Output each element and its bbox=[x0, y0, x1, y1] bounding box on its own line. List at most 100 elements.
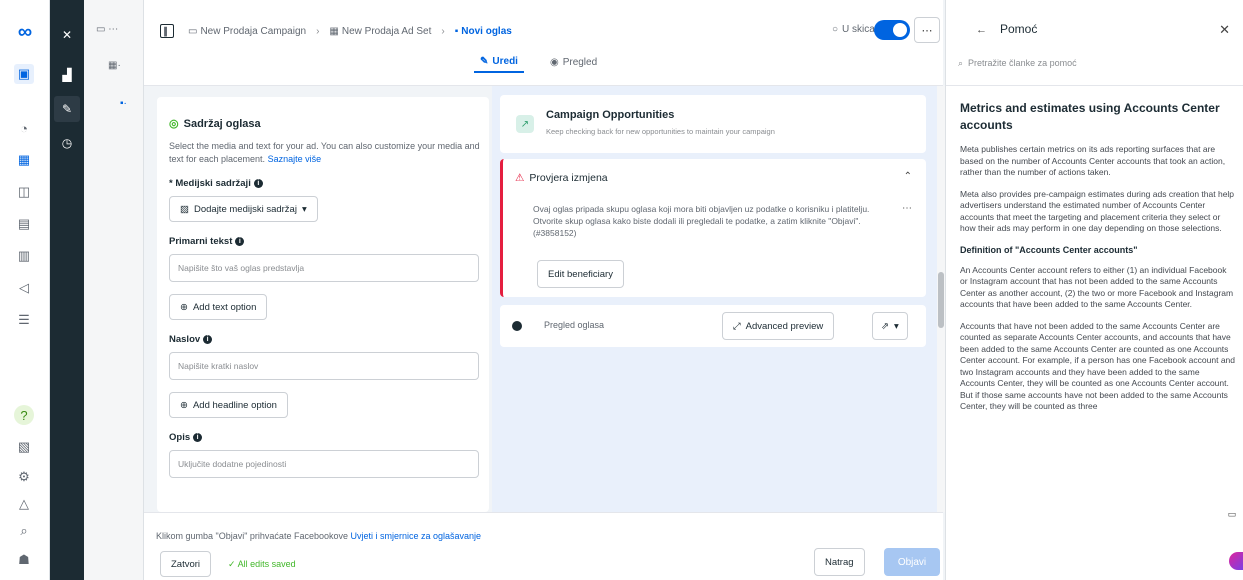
description-input[interactable]: Uključite dodatne pojedinosti bbox=[169, 450, 479, 478]
headline-input[interactable]: Napišite kratki naslov bbox=[169, 352, 479, 380]
edit-beneficiary-button[interactable]: Edit beneficiary bbox=[537, 260, 624, 288]
help-search-input[interactable]: ⌕ Pretražite članke za pomoć bbox=[958, 58, 1077, 69]
publish-button[interactable]: Objavi bbox=[884, 548, 940, 576]
chevron-up-icon[interactable]: ⌃ bbox=[904, 171, 912, 182]
article-paragraph: Accounts that have not been added to the… bbox=[960, 320, 1235, 412]
share-dropdown-button[interactable]: ⇗ ▾ bbox=[872, 312, 908, 340]
primary-text-input[interactable]: Napišite što vaš oglas predstavlja bbox=[169, 254, 479, 282]
pages-icon[interactable]: ◫ bbox=[14, 182, 34, 202]
editor-footer: Klikom gumba "Objavi" prihvaćate Faceboo… bbox=[144, 512, 943, 580]
left-nav-rail: ∞ ▣ ◔ ▦ ◫ ▤ ▥ ◁ ☰ ? ▧ ⚙ △ ⌕ ☗ bbox=[0, 0, 50, 580]
trend-chart-icon: ↗ bbox=[516, 115, 534, 133]
editor-tool-strip: ✕ ▟ ✎ ◷ bbox=[50, 0, 84, 580]
plus-circle-icon: ⊕ bbox=[180, 399, 188, 411]
chevron-down-icon: ▾ bbox=[301, 203, 307, 215]
opportunities-title: Campaign Opportunities bbox=[546, 109, 675, 121]
info-icon[interactable]: i bbox=[193, 433, 203, 442]
ad-content-editor: ◎ Sadržaj oglasa Select the media and te… bbox=[157, 97, 489, 512]
preview-status-dot bbox=[512, 321, 522, 331]
info-icon[interactable]: i bbox=[235, 237, 245, 246]
ad-item-icon[interactable]: ▪· bbox=[120, 98, 127, 109]
plus-circle-icon: ⊕ bbox=[180, 301, 188, 313]
ads-manager-icon[interactable]: ▦ bbox=[14, 150, 34, 170]
image-icon: ▨ bbox=[180, 203, 189, 215]
help-panel: ← Pomoć ✕ ⌕ Pretražite članke za pomoć Me… bbox=[945, 0, 1243, 580]
article-paragraph: An Accounts Center account refers to eit… bbox=[960, 264, 1234, 310]
tab-edit[interactable]: ✎ Uredi bbox=[474, 52, 524, 73]
add-media-dropdown[interactable]: ▨ Dodajte medijski sadržaj ▾ bbox=[169, 196, 318, 222]
settings-gear-icon[interactable]: ⚙ bbox=[14, 467, 34, 487]
back-button[interactable]: Natrag bbox=[814, 548, 865, 576]
menu-icon[interactable]: ☰ bbox=[14, 310, 34, 330]
ad-preview-row: Pregled oglasa ⤢ Advanced preview ⇗ ▾ bbox=[500, 305, 926, 347]
article-title: Metrics and estimates using Accounts Cen… bbox=[960, 101, 1220, 132]
draft-circle-icon: ○ bbox=[832, 24, 839, 35]
help-icon[interactable]: ? bbox=[14, 405, 34, 425]
grid-icon: ▦ bbox=[329, 25, 339, 37]
chevron-down-icon: ▾ bbox=[893, 320, 899, 332]
campaign-tree: ▭ ⋯ ▦· ▪· bbox=[84, 0, 144, 580]
audiences-icon[interactable]: ▤ bbox=[14, 214, 34, 234]
back-arrow-icon[interactable]: ← bbox=[976, 24, 987, 36]
adset-grid-icon[interactable]: ▦· bbox=[108, 60, 121, 71]
close-button[interactable]: Zatvori bbox=[160, 551, 212, 577]
history-clock-icon[interactable]: ◷ bbox=[54, 130, 80, 156]
tab-preview[interactable]: ◉ Pregled bbox=[544, 52, 603, 73]
terms-link[interactable]: Uvjeti i smjernice za oglašavanje bbox=[350, 531, 481, 541]
folder-icon: ▭ bbox=[188, 25, 198, 37]
campaign-opportunities-card[interactable]: ↗ Campaign Opportunities Keep checking b… bbox=[500, 95, 926, 153]
business-icon[interactable]: ▥ bbox=[14, 246, 34, 266]
editor-top-bar: ▌ ▭ New Prodaja Campaign › ▦ New Prodaja A… bbox=[144, 0, 943, 86]
opportunities-description: Keep checking back for new opportunities… bbox=[546, 127, 775, 136]
article-paragraph: Meta publishes certain metrics on its ad… bbox=[960, 144, 1226, 177]
sidebar-toggle-icon[interactable]: ▌ bbox=[160, 24, 174, 38]
more-options-icon[interactable]: ⋯ bbox=[902, 203, 912, 214]
search-icon: ⌕ bbox=[958, 58, 964, 68]
breadcrumb-campaign[interactable]: ▭ New Prodaja Campaign bbox=[188, 26, 306, 37]
warning-icon: ⚠ bbox=[515, 172, 525, 184]
close-icon[interactable]: ✕ bbox=[54, 22, 80, 48]
breadcrumb-ad[interactable]: ▪ Novi oglas bbox=[455, 26, 512, 37]
review-header[interactable]: ⚠ Provjera izmjena bbox=[515, 172, 608, 184]
learn-more-link[interactable]: Saznajte više bbox=[268, 154, 322, 164]
section-header: ◎ Sadržaj oglasa bbox=[169, 117, 261, 131]
description-label: Opis i bbox=[169, 432, 477, 443]
add-text-option-button[interactable]: ⊕ Add text option bbox=[169, 294, 268, 320]
bug-report-icon[interactable]: ☗ bbox=[14, 550, 34, 570]
feedback-icon[interactable]: ▭ bbox=[1225, 506, 1239, 522]
edit-pencil-icon[interactable]: ✎ bbox=[54, 96, 80, 122]
section-description: Select the media and text for your ad. Y… bbox=[169, 141, 480, 164]
search-icon[interactable]: ⌕ bbox=[14, 521, 34, 541]
headline-label: Naslov i bbox=[169, 334, 477, 345]
breadcrumb-adset[interactable]: ▦ New Prodaja Ad Set bbox=[329, 26, 431, 37]
share-icon: ⇗ bbox=[881, 320, 889, 332]
chart-icon[interactable]: ▟ bbox=[54, 62, 80, 88]
article-paragraph: Meta also provides pre-campaign estimate… bbox=[960, 188, 1235, 234]
scrollbar-thumb[interactable] bbox=[938, 272, 944, 328]
add-headline-option-button[interactable]: ⊕ Add headline option bbox=[169, 392, 288, 418]
account-icon[interactable]: ▣ bbox=[14, 64, 34, 84]
primary-text-label: Primarni tekst i bbox=[169, 236, 477, 247]
campaign-folder-icon[interactable]: ▭ ⋯ bbox=[96, 24, 118, 35]
info-icon[interactable]: i bbox=[203, 335, 213, 344]
notifications-bell-icon[interactable]: △ bbox=[14, 494, 34, 514]
breadcrumb: ▌ ▭ New Prodaja Campaign › ▦ New Prodaja A… bbox=[160, 18, 512, 44]
meta-logo-icon[interactable]: ∞ bbox=[11, 21, 39, 43]
assistant-fab-icon[interactable] bbox=[1229, 552, 1243, 570]
review-message: Ovaj oglas pripada skupu oglasa koji mor… bbox=[533, 204, 870, 238]
save-status: ✓ All edits saved bbox=[228, 559, 296, 569]
checkmark-icon: ✓ bbox=[228, 559, 236, 569]
dashboard-icon[interactable]: ◔ bbox=[14, 118, 34, 138]
more-options-button[interactable]: ⋯ bbox=[914, 17, 940, 43]
ad-on-off-toggle[interactable] bbox=[874, 20, 910, 40]
media-label: * Medijski sadržaji i bbox=[169, 178, 477, 189]
review-changes-card: ⚠ Provjera izmjena ⌃ Ovaj oglas pripada … bbox=[500, 159, 926, 297]
close-icon[interactable]: ✕ bbox=[1219, 22, 1230, 38]
info-icon[interactable]: i bbox=[253, 179, 263, 188]
advanced-preview-button[interactable]: ⤢ Advanced preview bbox=[722, 312, 835, 340]
reports-icon[interactable]: ▧ bbox=[14, 437, 34, 457]
article-subheading: Definition of "Accounts Center accounts" bbox=[960, 244, 1138, 255]
preview-column: ↗ Campaign Opportunities Keep checking b… bbox=[492, 86, 937, 512]
megaphone-icon[interactable]: ◁ bbox=[14, 278, 34, 298]
eye-icon: ◉ bbox=[549, 57, 559, 68]
